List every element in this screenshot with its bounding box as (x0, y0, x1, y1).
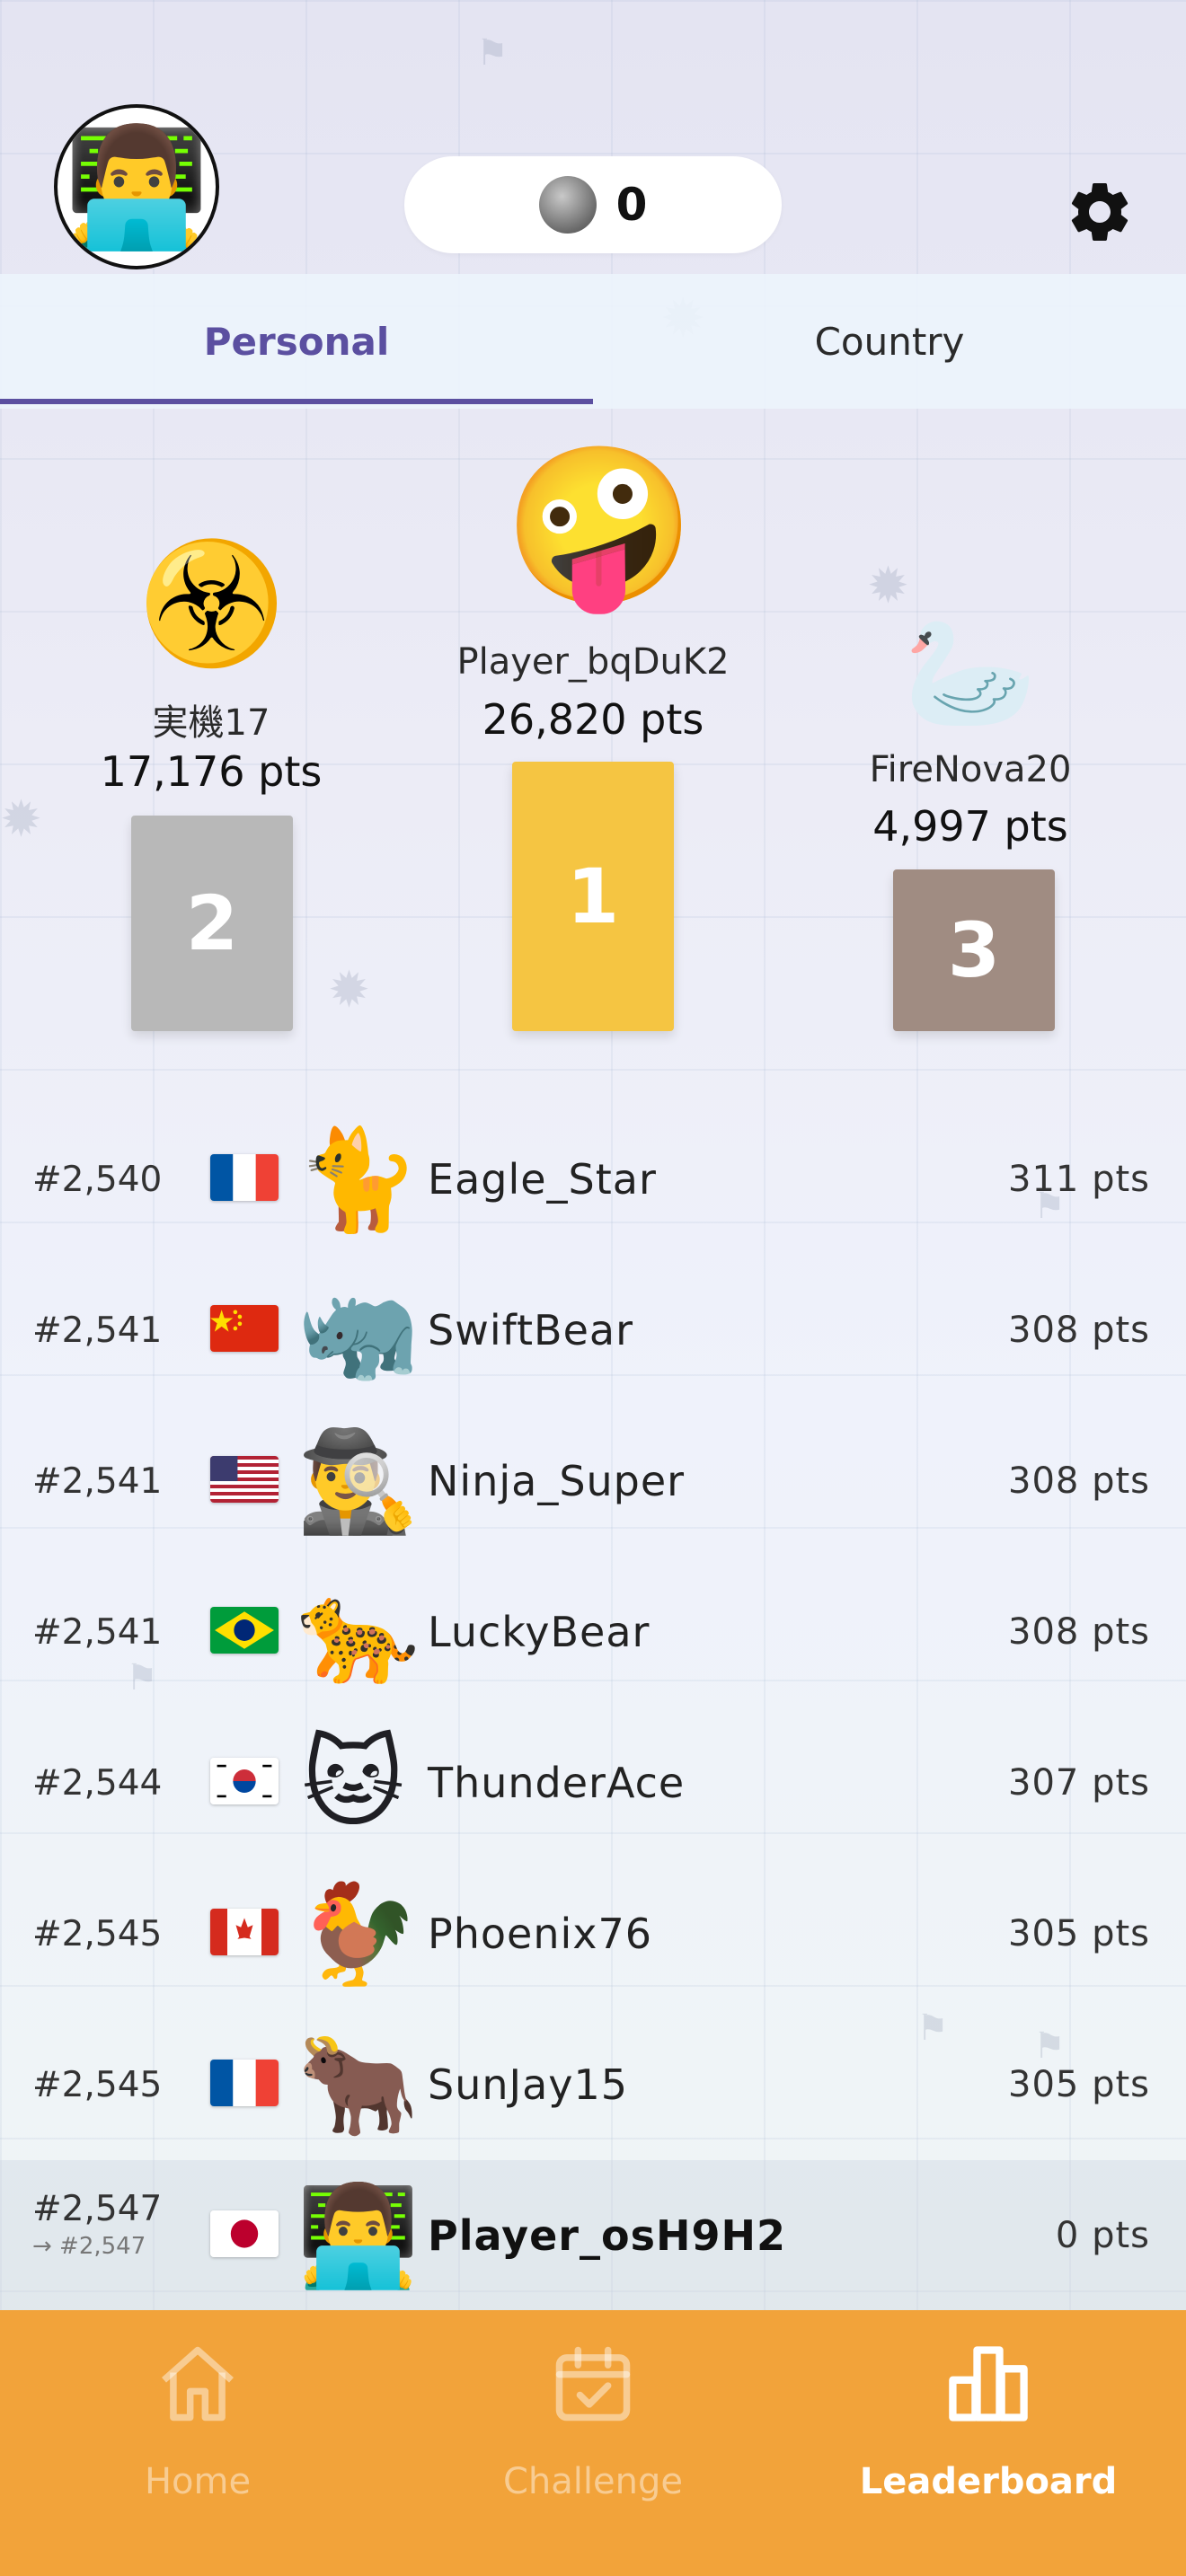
silver-coin-icon (538, 176, 597, 234)
leaderboard-row[interactable]: #2,545 🐓 Phoenix76 305 pts (0, 1858, 1186, 2009)
leaderboard-row[interactable]: #2,541 🕵️‍♂️ Ninja_Super 308 pts (0, 1406, 1186, 1557)
nav-home-label: Home (144, 2461, 252, 2502)
leaderboard-tabs: Personal Country (0, 274, 1186, 409)
podium-first-points: 26,820 pts (482, 695, 704, 744)
row-rank: #2,544 (32, 1762, 163, 1804)
france-flag-icon (210, 2060, 279, 2106)
row-username: SunJay15 (428, 2060, 629, 2109)
rooster-icon: 🐓 (296, 1876, 420, 1991)
usa-flag-icon (210, 1456, 279, 1503)
podium-first-name: Player_bqDuK2 (456, 641, 730, 683)
row-points: 308 pts (1008, 1460, 1150, 1502)
row-rank: #2,545 (32, 1913, 163, 1954)
row-username: LuckyBear (428, 1608, 651, 1656)
leopard-icon: 🐆 (296, 1575, 420, 1689)
row-username: ThunderAce (428, 1759, 686, 1807)
row-rank: #2,545 (32, 2064, 163, 2105)
south-korea-flag-icon (210, 1758, 279, 1804)
france-flag-icon (210, 1154, 279, 1201)
canada-flag-icon (210, 1909, 279, 1955)
row-points: 308 pts (1008, 1611, 1150, 1653)
avatar-emoji: 👨‍💻 (64, 119, 209, 255)
gear-icon[interactable] (1064, 176, 1136, 248)
nav-leaderboard-label: Leaderboard (859, 2461, 1118, 2502)
bar-chart-icon (949, 2346, 1028, 2422)
current-user-previous-rank: → #2,547 (32, 2233, 146, 2260)
leaderboard-row[interactable]: #2,545 🐂 SunJay15 305 pts (0, 2009, 1186, 2160)
nav-challenge-label: Challenge (503, 2461, 683, 2502)
row-rank: #2,540 (32, 1159, 163, 1200)
active-tab-indicator (0, 399, 593, 404)
row-points: 305 pts (1008, 2064, 1150, 2105)
row-rank: #2,541 (32, 1460, 163, 1502)
row-points: 305 pts (1008, 1913, 1150, 1954)
podium-third-block: 3 (893, 869, 1055, 1031)
japan-flag-icon (210, 2210, 279, 2257)
coin-balance[interactable]: 0 (404, 156, 782, 253)
podium-second-points: 17,176 pts (100, 747, 323, 796)
nav-challenge[interactable]: Challenge (395, 2310, 791, 2576)
brazil-flag-icon (210, 1607, 279, 1654)
home-icon (162, 2346, 234, 2422)
row-username: Phoenix76 (428, 1910, 653, 1958)
detective-icon: 🕵️‍♂️ (296, 1424, 420, 1539)
row-points: 311 pts (1008, 1159, 1150, 1200)
background-flag-icon: ⚑ (476, 32, 509, 74)
tab-personal[interactable]: Personal (0, 274, 593, 409)
leaderboard-row[interactable]: #2,544 🐱 ThunderAce 307 pts (0, 1707, 1186, 1858)
podium-third-points: 4,997 pts (872, 802, 1068, 851)
leaderboard-row[interactable]: #2,540 🐈 Eagle_Star 311 pts (0, 1104, 1186, 1255)
current-user-name: Player_osH9H2 (428, 2211, 786, 2260)
nav-home[interactable]: Home (0, 2310, 395, 2576)
rhino-icon: 🦏 (296, 1273, 420, 1388)
zany-face-icon: 🤪 (503, 436, 696, 616)
row-username: SwiftBear (428, 1306, 633, 1354)
calendar-check-icon (555, 2346, 631, 2422)
podium-third-name: FireNova20 (869, 749, 1072, 790)
current-user-row[interactable]: #2,547 → #2,547 👨‍💻 Player_osH9H2 0 pts (0, 2160, 1186, 2311)
china-flag-icon (210, 1305, 279, 1352)
row-username: Ninja_Super (428, 1457, 686, 1505)
row-points: 308 pts (1008, 1310, 1150, 1351)
current-user-rank: #2,547 → #2,547 (32, 2189, 162, 2260)
podium-second-name: 実機17 (152, 702, 270, 744)
swan-icon: 🦢 (903, 611, 1038, 736)
background-virus-icon: ✹ (328, 961, 370, 1019)
podium-first-block: 1 (512, 762, 674, 1031)
profile-avatar[interactable]: 👨‍💻 (54, 104, 219, 269)
cat-icon: 🐈 (296, 1122, 420, 1237)
bottom-navigation: Home Challenge Leaderboard (0, 2310, 1186, 2576)
current-user-points: 0 pts (1055, 2215, 1150, 2256)
biohazard-icon: ☣️ (137, 534, 286, 673)
row-rank: #2,541 (32, 1310, 163, 1351)
ox-icon: 🐂 (296, 2027, 420, 2142)
current-user-rank-value: #2,547 (32, 2189, 163, 2229)
background-virus-icon: ✹ (0, 790, 42, 849)
cat-face-icon: 🐱 (301, 1725, 405, 1840)
leaderboard-row[interactable]: #2,541 🦏 SwiftBear 308 pts (0, 1255, 1186, 1406)
leaderboard-row[interactable]: #2,541 🐆 LuckyBear 308 pts (0, 1557, 1186, 1707)
row-rank: #2,541 (32, 1611, 163, 1653)
row-username: Eagle_Star (428, 1155, 657, 1204)
tab-country[interactable]: Country (593, 274, 1186, 409)
nav-leaderboard[interactable]: Leaderboard (791, 2310, 1186, 2576)
technologist-icon: 👨‍💻 (296, 2178, 420, 2293)
row-points: 307 pts (1008, 1762, 1150, 1804)
coin-count: 0 (615, 179, 648, 231)
podium-second-block: 2 (131, 816, 293, 1031)
background-virus-icon: ✹ (867, 557, 909, 615)
